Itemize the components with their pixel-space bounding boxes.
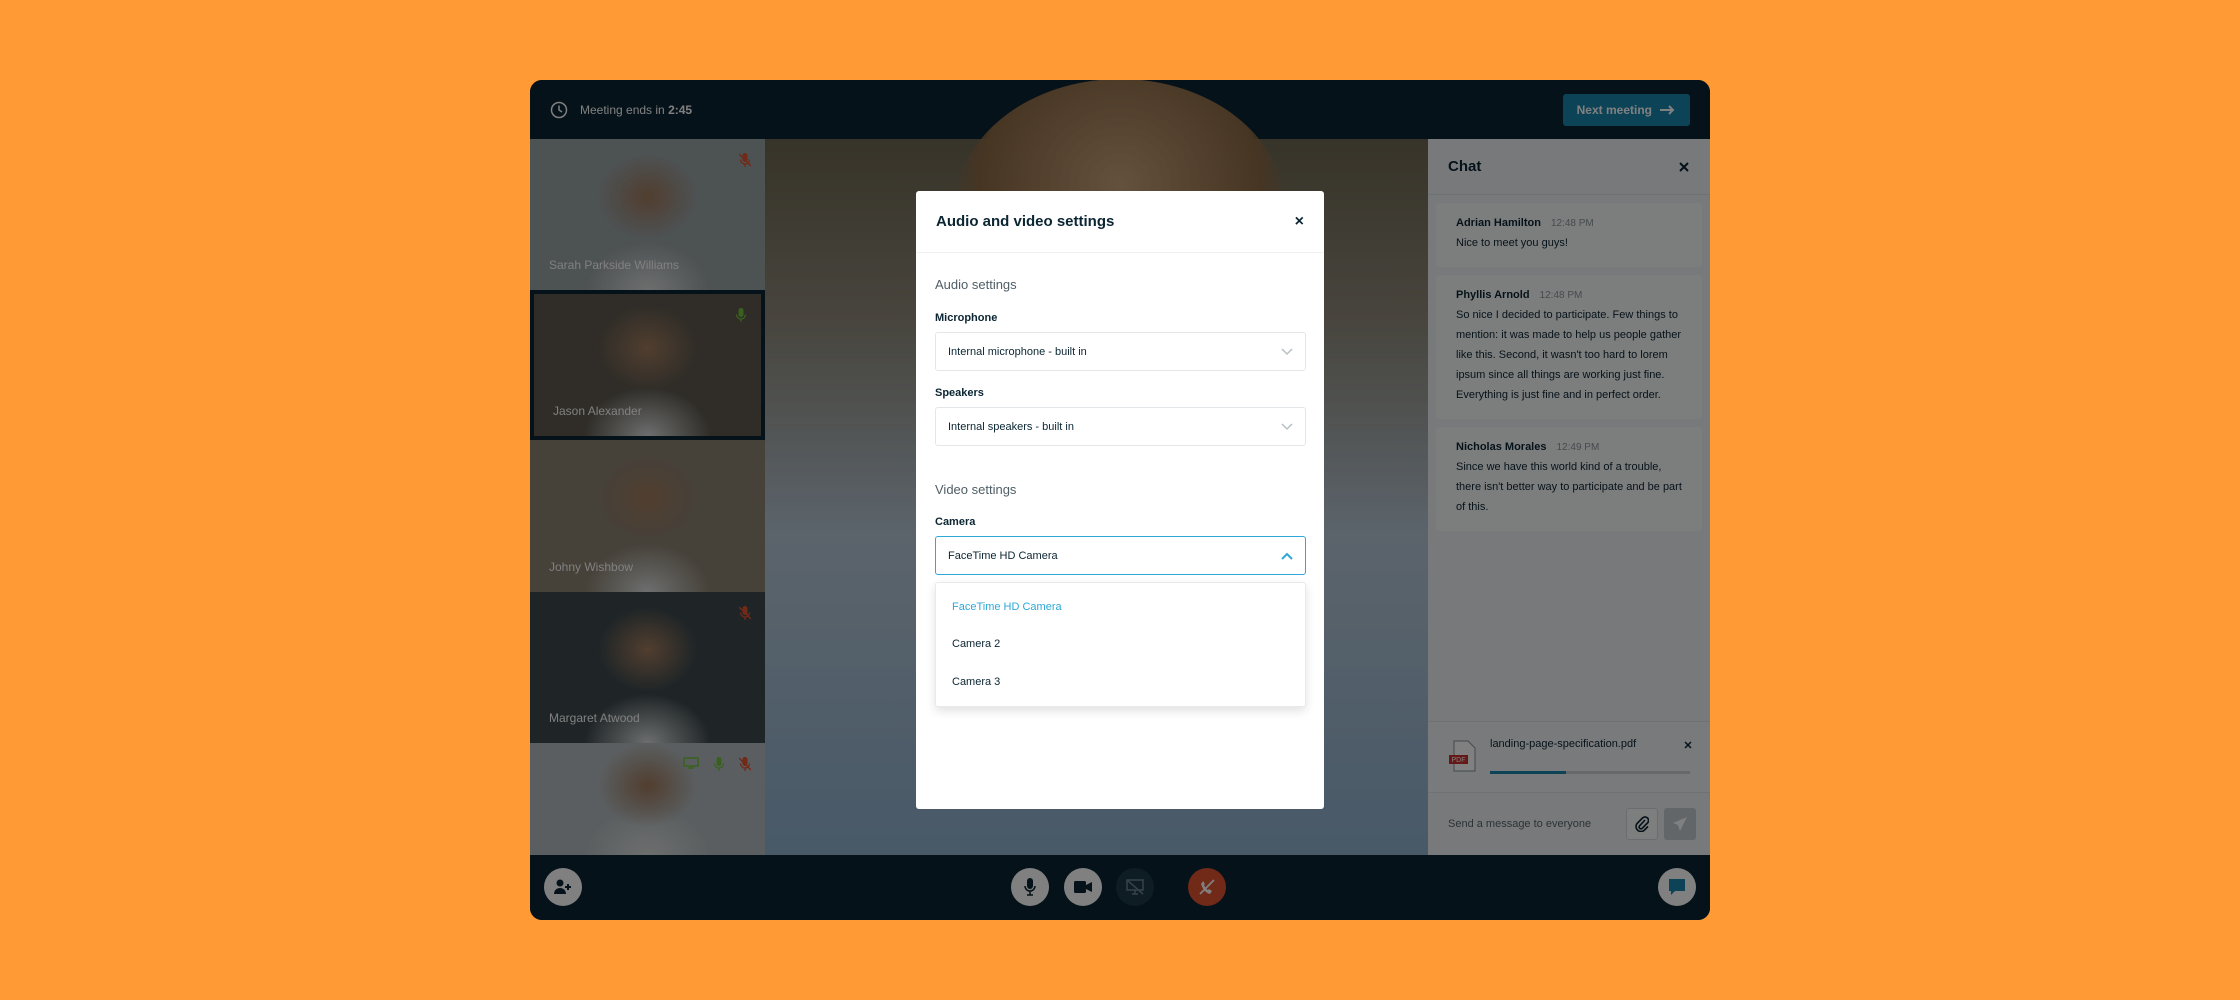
- screen-share-button[interactable]: [1116, 868, 1154, 906]
- pdf-file-icon: PDF: [1449, 740, 1476, 772]
- microphone-muted-icon: [739, 153, 751, 167]
- participant-name: Margaret Atwood: [549, 711, 640, 725]
- message-text: So nice I decided to participate. Few th…: [1456, 309, 1682, 401]
- microphone-icon: [735, 308, 747, 322]
- chat-message: Nicholas Morales 12:49 PM Since we have th…: [1436, 427, 1702, 531]
- attachment-name: landing-page-specification.pdf: [1490, 738, 1637, 750]
- screen-share-icon: [683, 757, 699, 769]
- message-author: Adrian Hamilton: [1456, 217, 1541, 229]
- audio-settings-heading: Audio settings: [935, 277, 1017, 292]
- participant-tile[interactable]: [530, 743, 765, 855]
- chat-bubble-icon: [1669, 879, 1685, 895]
- send-message-button[interactable]: [1664, 808, 1696, 840]
- camera-options-dropdown: FaceTime HD Camera Camera 2 Camera 3: [935, 582, 1306, 707]
- participant-name: Sarah Parkside Williams: [549, 258, 680, 272]
- microphone-label: Microphone: [935, 312, 998, 324]
- chat-title: Chat: [1448, 158, 1482, 175]
- message-time: 12:48 PM: [1550, 218, 1594, 229]
- microphone-value: Internal microphone - built in: [948, 345, 1087, 358]
- speakers-select[interactable]: Internal speakers - built in: [935, 407, 1306, 446]
- microphone-muted-icon: [739, 606, 751, 620]
- camera-button[interactable]: [1064, 868, 1102, 906]
- call-controls: [530, 855, 1710, 920]
- close-chat-icon[interactable]: [1678, 161, 1690, 173]
- microphone-select[interactable]: Internal microphone - built in: [935, 332, 1306, 371]
- message-time: 12:48 PM: [1539, 290, 1583, 301]
- participant-tile[interactable]: Sarah Parkside Williams: [530, 139, 765, 290]
- next-meeting-label: Next meeting: [1576, 103, 1652, 117]
- end-call-button[interactable]: [1188, 868, 1226, 906]
- upload-progress-bar: [1490, 771, 1690, 774]
- chevron-down-icon: [1281, 347, 1293, 355]
- paperclip-icon: [1635, 816, 1649, 832]
- chat-message: Phyllis Arnold 12:48 PM So nice I decided …: [1436, 275, 1702, 419]
- timer-prefix: Meeting ends in: [580, 102, 665, 117]
- participant-tile[interactable]: Johny Wishbow: [530, 440, 765, 592]
- camera-select[interactable]: FaceTime HD Camera: [935, 536, 1306, 575]
- send-icon: [1673, 817, 1687, 831]
- end-call-icon: [1199, 879, 1215, 895]
- message-author: Phyllis Arnold: [1456, 289, 1530, 301]
- chevron-down-icon: [1281, 422, 1293, 430]
- speakers-value: Internal speakers - built in: [948, 420, 1074, 433]
- chat-toggle-button[interactable]: [1658, 868, 1696, 906]
- camera-value: FaceTime HD Camera: [948, 549, 1058, 562]
- audio-video-settings-dialog: Audio and video settings × Audio setting…: [916, 191, 1324, 809]
- attach-file-button[interactable]: [1626, 808, 1658, 840]
- message-text: Nice to meet you guys!: [1456, 237, 1568, 249]
- clock-icon: [550, 101, 568, 118]
- microphone-icon: [1024, 878, 1036, 896]
- next-meeting-button[interactable]: Next meeting: [1562, 94, 1690, 126]
- pdf-badge: PDF: [1452, 757, 1466, 764]
- message-text: Since we have this world kind of a troub…: [1456, 461, 1682, 513]
- chat-panel: Chat Adrian Hamilton 12:48 PM Nice to meet…: [1428, 139, 1710, 855]
- screen-share-off-icon: [1126, 879, 1144, 895]
- message-time: 12:49 PM: [1556, 442, 1600, 453]
- participant-tile[interactable]: Jason Alexander: [530, 290, 765, 440]
- speakers-label: Speakers: [935, 387, 984, 399]
- arrow-right-icon: [1660, 105, 1675, 115]
- participant-list: Sarah Parkside Williams Jason Alexander Jo…: [530, 139, 765, 855]
- dialog-title: Audio and video settings: [936, 213, 1115, 230]
- message-author: Nicholas Morales: [1456, 441, 1547, 453]
- participant-name: Jason Alexander: [553, 404, 642, 418]
- timer-value: 2:45: [668, 102, 693, 117]
- add-participant-button[interactable]: [544, 868, 582, 906]
- camera-label: Camera: [935, 516, 976, 528]
- microphone-icon: [713, 757, 725, 771]
- chat-message-input[interactable]: [1448, 809, 1620, 839]
- camera-option[interactable]: FaceTime HD Camera: [952, 601, 1062, 613]
- chevron-up-icon: [1281, 552, 1293, 560]
- participant-tile[interactable]: Margaret Atwood: [530, 592, 765, 743]
- add-user-icon: [554, 879, 571, 894]
- attachment-upload: PDF landing-page-specification.pdf: [1428, 721, 1710, 793]
- microphone-button[interactable]: [1011, 868, 1049, 906]
- close-dialog-button[interactable]: ×: [1295, 213, 1304, 231]
- participant-name: Johny Wishbow: [549, 560, 634, 574]
- video-camera-icon: [1074, 881, 1092, 893]
- chat-message: Adrian Hamilton 12:48 PM Nice to meet you …: [1436, 203, 1702, 267]
- meeting-timer: Meeting ends in 2:45: [550, 101, 692, 119]
- video-settings-heading: Video settings: [935, 482, 1017, 497]
- microphone-muted-icon: [739, 757, 751, 771]
- cancel-upload-icon[interactable]: [1684, 741, 1692, 749]
- camera-option[interactable]: Camera 3: [952, 676, 1000, 688]
- camera-option[interactable]: Camera 2: [952, 638, 1000, 650]
